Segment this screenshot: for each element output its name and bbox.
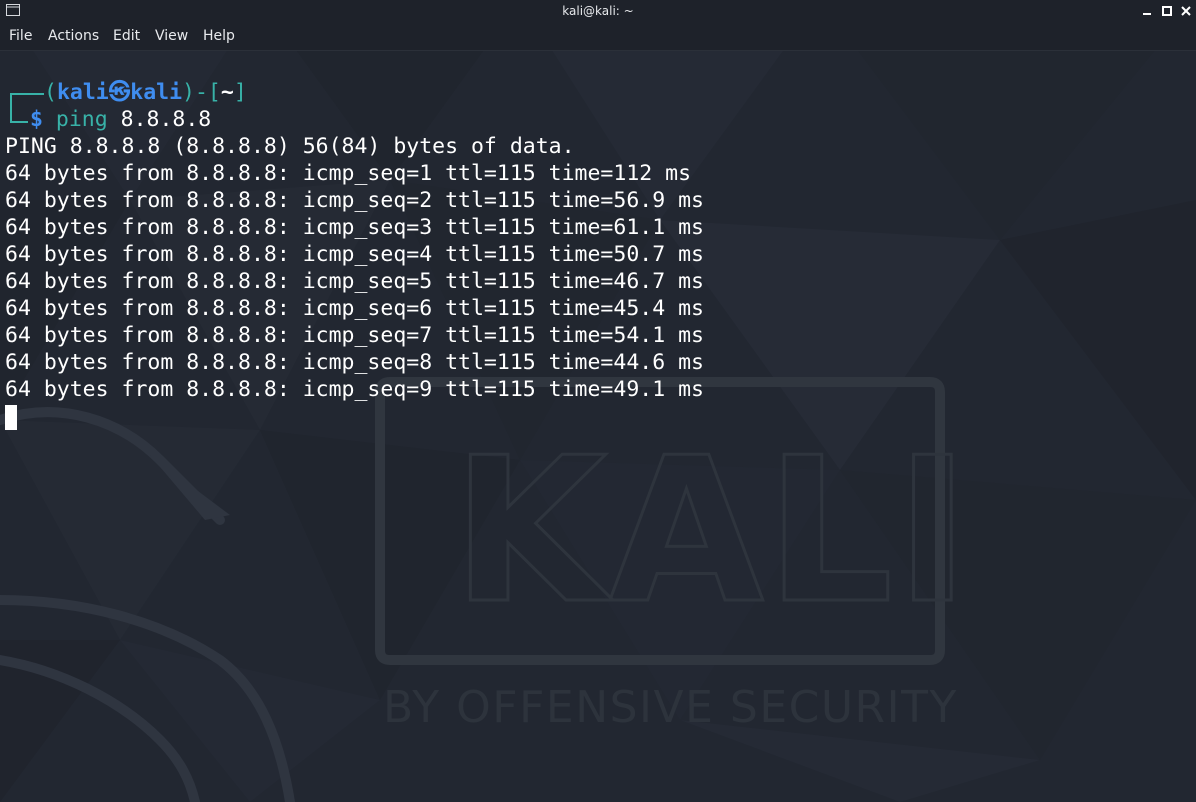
maximize-button[interactable] [1159, 3, 1175, 19]
prompt-user: kali [56, 80, 109, 105]
prompt-close: )-[ [182, 80, 221, 105]
close-icon [1181, 6, 1191, 16]
menu-actions[interactable]: Actions [48, 28, 99, 44]
prompt-end: ] [233, 80, 247, 105]
prompt-dollar: $ [30, 107, 43, 132]
window-title: kali@kali: ~ [562, 4, 634, 18]
prompt-line-2: $ ping 8.8.8.8 [30, 106, 211, 133]
ping-reply-line: 64 bytes from 8.8.8.8: icmp_seq=3 ttl=11… [5, 215, 704, 240]
terminal-output-area[interactable]: (kali㉿kali)-[~] $ ping 8.8.8.8 PING 8.8.… [0, 50, 1196, 802]
ping-reply-line: 64 bytes from 8.8.8.8: icmp_seq=9 ttl=11… [5, 377, 704, 402]
prompt-path: ~ [220, 80, 234, 105]
prompt-host: kali [130, 80, 183, 105]
ping-reply-line: 64 bytes from 8.8.8.8: icmp_seq=2 ttl=11… [5, 188, 704, 213]
ping-reply-line: 64 bytes from 8.8.8.8: icmp_seq=5 ttl=11… [5, 269, 704, 294]
ping-reply-line: 64 bytes from 8.8.8.8: icmp_seq=8 ttl=11… [5, 350, 704, 375]
close-button[interactable] [1178, 3, 1194, 19]
command-name: ping [55, 107, 108, 132]
menu-file[interactable]: File [9, 28, 32, 44]
title-bar: kali@kali: ~ [0, 0, 1196, 22]
minimize-icon [1143, 13, 1151, 15]
prompt-at-symbol: ㉿ [108, 80, 131, 105]
ping-header: PING 8.8.8.8 (8.8.8.8) 56(84) bytes of d… [5, 134, 575, 159]
menu-edit[interactable]: Edit [113, 28, 140, 44]
ping-reply-line: 64 bytes from 8.8.8.8: icmp_seq=7 ttl=11… [5, 323, 704, 348]
menu-view[interactable]: View [155, 28, 188, 44]
ping-reply-line: 64 bytes from 8.8.8.8: icmp_seq=6 ttl=11… [5, 296, 704, 321]
terminal-window: KALI BY OFFENSIVE SECURITY kali@kali: ~ [0, 0, 1196, 802]
ping-reply-line: 64 bytes from 8.8.8.8: icmp_seq=4 ttl=11… [5, 242, 704, 267]
menu-bar: File Actions Edit View Help [0, 22, 1196, 51]
menu-help[interactable]: Help [203, 28, 235, 44]
terminal-cursor [5, 405, 17, 430]
minimize-button[interactable] [1139, 3, 1155, 19]
prompt-corner-bottom [10, 109, 28, 123]
prompt-open: ( [44, 80, 57, 105]
maximize-icon [1162, 6, 1172, 16]
ping-reply-line: 64 bytes from 8.8.8.8: icmp_seq=1 ttl=11… [5, 161, 692, 186]
prompt-line-1: (kali㉿kali)-[~] [44, 79, 247, 106]
command-argument: 8.8.8.8 [120, 107, 212, 132]
